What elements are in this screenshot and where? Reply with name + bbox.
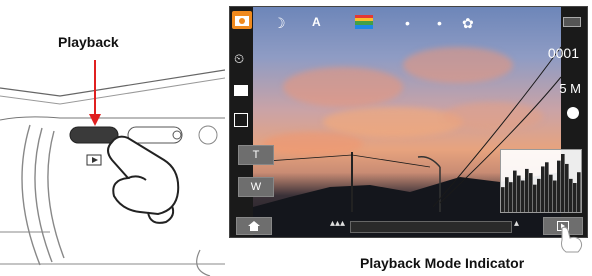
pointer-finger-icon [561,226,583,253]
home-button[interactable] [236,217,272,235]
histogram-bar [501,187,505,212]
histogram-bar [565,163,569,212]
arrow-head [89,114,101,126]
histogram-bar [509,182,513,212]
camera-mode-icon[interactable] [232,11,252,29]
resolution-indicator: 5 M [559,81,581,96]
auto-scene-icon[interactable]: A [312,15,321,29]
histogram-bar [553,180,557,212]
grip-arc-2 [34,127,53,263]
battery-icon [563,17,581,27]
power-button[interactable] [127,126,183,144]
histogram-bar [569,178,573,212]
self-timer-icon[interactable]: ⏲ [234,51,244,67]
zoom-tele-button[interactable]: T [238,145,274,165]
zoom-wide-button[interactable]: W [238,177,274,197]
macro-icon[interactable]: ✿ [462,15,474,32]
histogram-bar [517,175,521,212]
power-wire-3 [252,154,431,168]
histogram-bar [577,172,581,212]
histogram-bar [513,170,517,212]
metering-icon[interactable]: • [405,15,410,31]
face-detect-icon[interactable] [567,107,579,119]
histogram [500,149,582,213]
histogram-bar [529,173,533,212]
histogram-bar [541,166,545,212]
lcd-screen: ☽ A • • ✿ ⏲ 0001 5 M T W ▴▴▴ ▴ [229,6,588,238]
histogram-bar [537,178,541,212]
home-icon [248,221,260,231]
camera-top-edge-inner [0,77,225,105]
histogram-bar [561,154,565,212]
playback-label: Playback [58,34,119,50]
histogram-bar [573,183,577,212]
night-scene-icon[interactable]: ☽ [273,15,286,32]
quality-icon[interactable] [234,113,248,127]
histogram-bar [525,168,529,212]
frame-count: 0001 [547,45,579,61]
zoom-tele-icon: ▴ [514,218,520,229]
image-size-icon[interactable] [234,85,248,96]
grip-arc-3 [47,130,65,259]
playback-button[interactable] [69,126,119,144]
side-button[interactable] [198,125,218,145]
color-mode-icon[interactable] [355,15,373,29]
white-balance-icon[interactable]: • [437,15,442,31]
zoom-bar[interactable] [350,221,512,233]
finger-hand-icon [107,135,180,224]
histogram-bar [533,184,537,212]
histogram-bar [521,180,525,212]
strap-ring [196,249,211,276]
playback-mode-indicator-label: Playback Mode Indicator [360,255,525,271]
histogram-bar [545,162,549,212]
camera-outline [0,116,225,121]
histogram-bar [505,177,509,212]
zoom-wide-icon: ▴▴▴ [330,218,346,229]
histogram-bar [549,174,553,212]
histogram-bar [557,160,561,212]
